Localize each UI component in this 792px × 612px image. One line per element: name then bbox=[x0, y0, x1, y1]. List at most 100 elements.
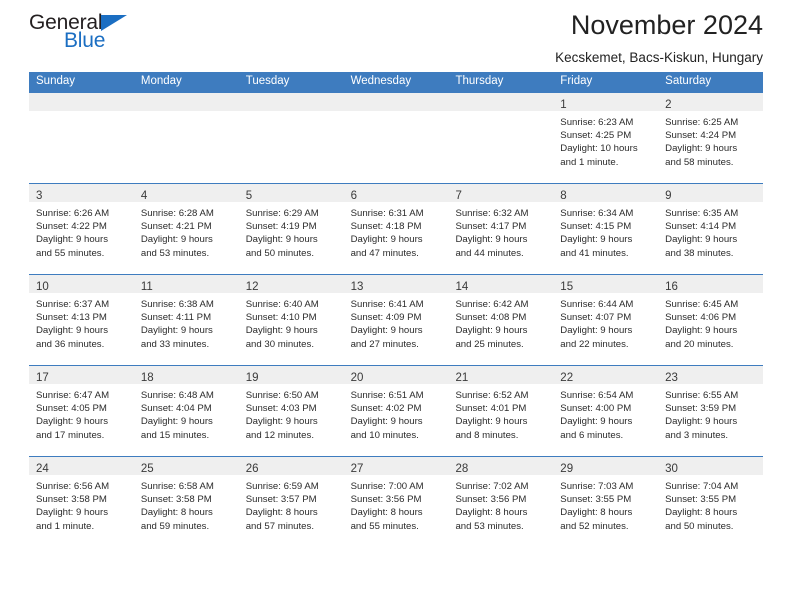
day-number-band: 5 bbox=[238, 184, 344, 202]
sunset-text: Sunset: 4:04 PM bbox=[140, 403, 212, 415]
day-number: 9 bbox=[665, 190, 672, 202]
sunset-text: Sunset: 4:02 PM bbox=[350, 403, 422, 415]
day-number: 26 bbox=[245, 463, 259, 475]
daylight-text-line2: and 57 minutes. bbox=[245, 520, 314, 532]
daylight-text-line2: and 58 minutes. bbox=[665, 156, 734, 168]
day-number-band: 4 bbox=[133, 184, 239, 202]
day-details: Sunrise: 6:58 AM Sunset: 3:58 PM Daylight:… bbox=[134, 475, 239, 533]
daylight-text-line2: and 47 minutes. bbox=[350, 247, 419, 259]
daylight-text-line2: and 53 minutes. bbox=[140, 247, 210, 259]
daylight-text-line1: Daylight: 9 hours bbox=[36, 507, 108, 519]
calendar-day-cell[interactable]: 3 Sunrise: 6:26 AM Sunset: 4:22 PM Daylight… bbox=[29, 184, 134, 274]
calendar-page: General Blue November 2024 Kecskemet, Ba… bbox=[0, 0, 792, 612]
calendar-day-cell[interactable]: 29 Sunrise: 7:03 AM Sunset: 3:55 PM Dayligh… bbox=[553, 457, 659, 549]
day-number-band: 13 bbox=[343, 275, 449, 293]
day-number-band: 24 bbox=[29, 457, 134, 475]
day-number-band bbox=[448, 93, 554, 111]
calendar-day-cell[interactable]: 27 Sunrise: 7:00 AM Sunset: 3:56 PM Dayligh… bbox=[343, 457, 449, 549]
day-details: Sunrise: 6:52 AM Sunset: 4:01 PM Daylight:… bbox=[448, 384, 553, 442]
calendar-day-cell[interactable]: 1 Sunrise: 6:23 AM Sunset: 4:25 PM Daylight… bbox=[553, 93, 659, 183]
daylight-text-line2: and 41 minutes. bbox=[560, 247, 629, 259]
sunset-text: Sunset: 3:57 PM bbox=[245, 494, 317, 506]
sunset-text: Sunset: 4:18 PM bbox=[350, 221, 422, 233]
calendar-day-cell[interactable]: 21 Sunrise: 6:52 AM Sunset: 4:01 PM Dayligh… bbox=[448, 366, 554, 456]
calendar-day-cell[interactable]: 19 Sunrise: 6:50 AM Sunset: 4:03 PM Dayligh… bbox=[238, 366, 344, 456]
calendar-day-cell[interactable]: 15 Sunrise: 6:44 AM Sunset: 4:07 PM Dayligh… bbox=[553, 275, 659, 365]
daylight-text-line1: Daylight: 9 hours bbox=[560, 234, 633, 246]
day-details: Sunrise: 7:03 AM Sunset: 3:55 PM Daylight:… bbox=[553, 475, 658, 533]
calendar-day-cell[interactable]: 22 Sunrise: 6:54 AM Sunset: 4:00 PM Dayligh… bbox=[553, 366, 659, 456]
blue-triangle-icon bbox=[101, 15, 128, 31]
day-number: 20 bbox=[350, 372, 364, 384]
daylight-text-line2: and 22 minutes. bbox=[560, 338, 629, 350]
calendar-day-cell[interactable]: 17 Sunrise: 6:47 AM Sunset: 4:05 PM Dayligh… bbox=[29, 366, 134, 456]
calendar-day-cell[interactable]: 18 Sunrise: 6:48 AM Sunset: 4:04 PM Dayligh… bbox=[133, 366, 239, 456]
weekday-header-row: Sunday Monday Tuesday Wednesday Thursday… bbox=[29, 72, 763, 93]
daylight-text-line2: and 52 minutes. bbox=[560, 520, 629, 532]
calendar-day-cell[interactable]: 13 Sunrise: 6:41 AM Sunset: 4:09 PM Dayligh… bbox=[343, 275, 449, 365]
daylight-text-line1: Daylight: 9 hours bbox=[665, 143, 738, 155]
weekday-wednesday: Wednesday bbox=[350, 75, 412, 87]
sunset-text: Sunset: 4:13 PM bbox=[36, 312, 107, 324]
sunset-text: Sunset: 3:58 PM bbox=[140, 494, 212, 506]
calendar-day-cell[interactable]: 16 Sunrise: 6:45 AM Sunset: 4:06 PM Dayligh… bbox=[658, 275, 764, 365]
sunset-text: Sunset: 4:01 PM bbox=[455, 403, 527, 415]
day-number-band bbox=[29, 93, 134, 111]
calendar-day-cell[interactable]: 2 Sunrise: 6:25 AM Sunset: 4:24 PM Daylight… bbox=[658, 93, 764, 183]
day-number: 18 bbox=[140, 372, 154, 384]
logo-text-blue: Blue bbox=[64, 29, 106, 52]
calendar-day-cell[interactable]: 23 Sunrise: 6:55 AM Sunset: 3:59 PM Dayligh… bbox=[658, 366, 764, 456]
calendar-day-cell[interactable]: 30 Sunrise: 7:04 AM Sunset: 3:55 PM Dayligh… bbox=[658, 457, 764, 549]
calendar-day-cell[interactable]: 12 Sunrise: 6:40 AM Sunset: 4:10 PM Dayligh… bbox=[238, 275, 344, 365]
sunrise-text: Sunrise: 6:47 AM bbox=[36, 390, 110, 401]
title-block: November 2024 Kecskemet, Bacs-Kiskun, Hu… bbox=[555, 8, 763, 66]
day-number: 12 bbox=[245, 281, 259, 293]
generalblue-logo[interactable]: General Blue bbox=[29, 8, 159, 51]
day-number-band: 6 bbox=[343, 184, 449, 202]
calendar-day-cell[interactable]: 10 Sunrise: 6:37 AM Sunset: 4:13 PM Dayligh… bbox=[29, 275, 134, 365]
weekday-monday: Monday bbox=[140, 75, 182, 87]
calendar-day-cell[interactable]: 26 Sunrise: 6:59 AM Sunset: 3:57 PM Dayligh… bbox=[238, 457, 344, 549]
sunset-text: Sunset: 4:15 PM bbox=[560, 221, 632, 233]
daylight-text-line2: and 59 minutes. bbox=[140, 520, 210, 532]
daylight-text-line2: and 8 minutes. bbox=[455, 429, 519, 441]
day-number-band: 17 bbox=[29, 366, 134, 384]
sunrise-text: Sunrise: 6:58 AM bbox=[140, 481, 214, 492]
sunset-text: Sunset: 4:09 PM bbox=[350, 312, 422, 324]
daylight-text-line2: and 36 minutes. bbox=[36, 338, 105, 350]
calendar-day-cell[interactable]: 11 Sunrise: 6:38 AM Sunset: 4:11 PM Dayligh… bbox=[133, 275, 239, 365]
calendar-day-cell[interactable]: 7 Sunrise: 6:32 AM Sunset: 4:17 PM Daylight… bbox=[448, 184, 554, 274]
calendar-day-cell[interactable]: 8 Sunrise: 6:34 AM Sunset: 4:15 PM Daylight… bbox=[553, 184, 659, 274]
day-number-band: 16 bbox=[658, 275, 764, 293]
calendar-day-cell[interactable]: 24 Sunrise: 6:56 AM Sunset: 3:58 PM Dayligh… bbox=[29, 457, 134, 549]
calendar-day-cell-empty bbox=[29, 93, 134, 183]
day-number: 14 bbox=[455, 281, 469, 293]
day-details: Sunrise: 6:41 AM Sunset: 4:09 PM Daylight:… bbox=[344, 293, 449, 351]
calendar-day-cell[interactable]: 4 Sunrise: 6:28 AM Sunset: 4:21 PM Daylight… bbox=[133, 184, 239, 274]
sunrise-text: Sunrise: 6:37 AM bbox=[36, 299, 110, 310]
calendar-day-cell[interactable]: 9 Sunrise: 6:35 AM Sunset: 4:14 PM Daylight… bbox=[658, 184, 764, 274]
day-number-band bbox=[343, 93, 449, 111]
calendar-day-cell[interactable]: 14 Sunrise: 6:42 AM Sunset: 4:08 PM Dayligh… bbox=[448, 275, 554, 365]
sunset-text: Sunset: 4:24 PM bbox=[665, 130, 737, 142]
daylight-text-line1: Daylight: 9 hours bbox=[36, 416, 108, 428]
day-number-band: 9 bbox=[658, 184, 764, 202]
day-details: Sunrise: 7:02 AM Sunset: 3:56 PM Daylight:… bbox=[448, 475, 553, 533]
calendar-day-cell[interactable]: 20 Sunrise: 6:51 AM Sunset: 4:02 PM Dayligh… bbox=[343, 366, 449, 456]
page-header: General Blue November 2024 Kecskemet, Ba… bbox=[29, 0, 763, 72]
calendar-day-cell[interactable]: 25 Sunrise: 6:58 AM Sunset: 3:58 PM Dayligh… bbox=[133, 457, 239, 549]
calendar-day-cell[interactable]: 6 Sunrise: 6:31 AM Sunset: 4:18 PM Daylight… bbox=[343, 184, 449, 274]
calendar-day-cell[interactable]: 5 Sunrise: 6:29 AM Sunset: 4:19 PM Daylight… bbox=[238, 184, 344, 274]
day-number-band: 15 bbox=[553, 275, 659, 293]
weekday-sunday: Sunday bbox=[36, 75, 76, 87]
day-number-band bbox=[238, 93, 344, 111]
daylight-text-line1: Daylight: 9 hours bbox=[140, 325, 213, 337]
daylight-text-line2: and 33 minutes. bbox=[140, 338, 210, 350]
day-number: 28 bbox=[455, 463, 469, 475]
calendar-day-cell[interactable]: 28 Sunrise: 7:02 AM Sunset: 3:56 PM Dayligh… bbox=[448, 457, 554, 549]
day-details: Sunrise: 6:54 AM Sunset: 4:00 PM Daylight:… bbox=[553, 384, 658, 442]
day-number: 4 bbox=[140, 190, 148, 202]
day-number: 25 bbox=[140, 463, 154, 475]
day-number-band: 7 bbox=[448, 184, 554, 202]
day-details: Sunrise: 6:34 AM Sunset: 4:15 PM Daylight:… bbox=[553, 202, 658, 260]
